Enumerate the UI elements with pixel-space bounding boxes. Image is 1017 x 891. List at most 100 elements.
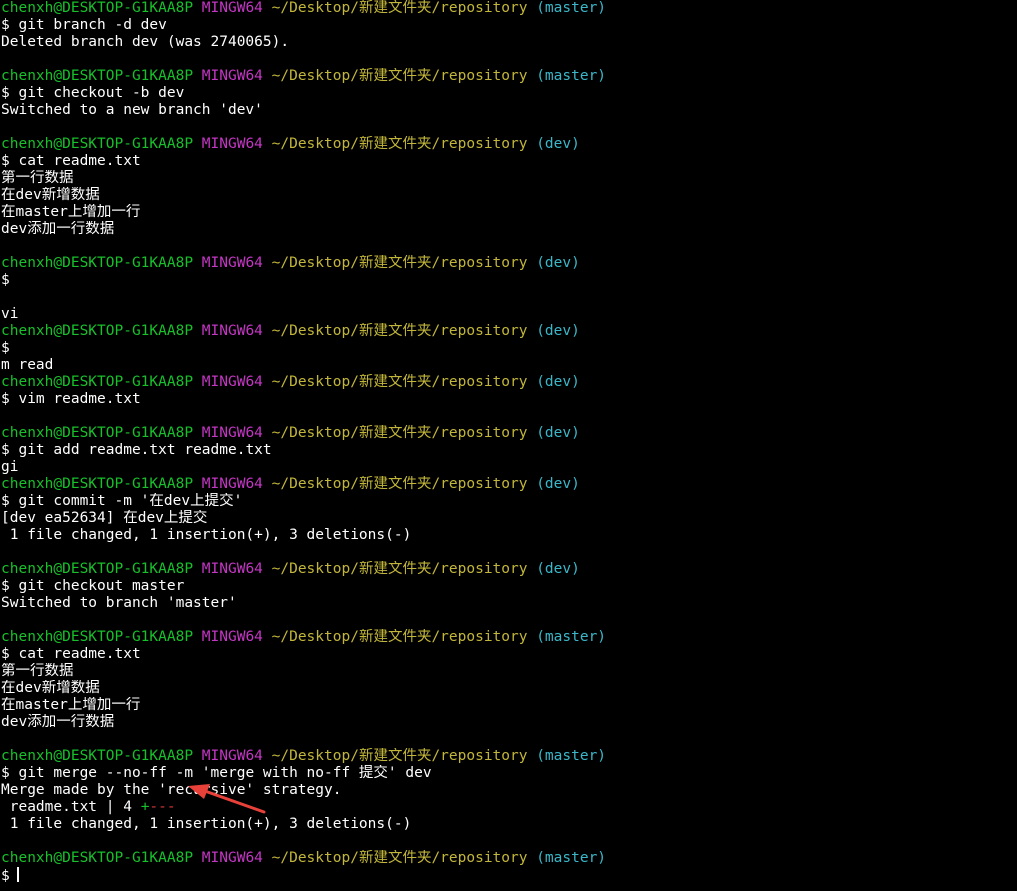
command-text: git checkout -b dev xyxy=(18,85,185,101)
prompt-path: ~/Desktop/新建文件夹/repository xyxy=(271,850,528,866)
prompt-line: chenxh@DESKTOP-G1KAA8P MINGW64 ~/Desktop… xyxy=(1,255,1017,272)
command-text: cat readme.txt xyxy=(18,646,141,662)
prompt-path: ~/Desktop/新建文件夹/repository xyxy=(271,425,528,441)
prompt-dollar: $ xyxy=(1,272,10,288)
prompt-branch: (dev) xyxy=(536,255,580,271)
prompt-user-host: chenxh@DESKTOP-G1KAA8P xyxy=(1,0,194,16)
command-text: git commit -m '在dev上提交' xyxy=(18,493,243,509)
prompt-branch: (master) xyxy=(536,748,607,764)
prompt-system: MINGW64 xyxy=(201,476,263,492)
command-line: $ cat readme.txt xyxy=(1,646,1017,663)
command-text: vim readme.txt xyxy=(18,391,141,407)
prompt-path: ~/Desktop/新建文件夹/repository xyxy=(271,323,528,339)
prompt-system: MINGW64 xyxy=(201,374,263,390)
output-line: Switched to a new branch 'dev' xyxy=(1,102,263,118)
output-line: 在master上增加一行 xyxy=(1,204,141,220)
prompt-dollar: $ xyxy=(1,646,10,662)
prompt-branch: (dev) xyxy=(536,425,580,441)
prompt-path: ~/Desktop/新建文件夹/repository xyxy=(271,68,528,84)
prompt-branch: (dev) xyxy=(536,136,580,152)
command-line: $ git branch -d dev xyxy=(1,17,1017,34)
command-line: $ cat readme.txt xyxy=(1,153,1017,170)
prompt-system: MINGW64 xyxy=(201,68,263,84)
prompt-path: ~/Desktop/新建文件夹/repository xyxy=(271,629,528,645)
prompt-user-host: chenxh@DESKTOP-G1KAA8P xyxy=(1,68,194,84)
output-line: dev添加一行数据 xyxy=(1,221,115,237)
output-line: 在dev新增数据 xyxy=(1,187,100,203)
prompt-system: MINGW64 xyxy=(201,748,263,764)
command-line: $ git checkout -b dev xyxy=(1,85,1017,102)
prompt-line: chenxh@DESKTOP-G1KAA8P MINGW64 ~/Desktop… xyxy=(1,425,1017,442)
output-line: Merge made by the 'recursive' strategy. xyxy=(1,782,342,798)
prompt-branch: (dev) xyxy=(536,323,580,339)
output-line: m read xyxy=(1,357,54,373)
annotation-arrow-icon xyxy=(188,784,266,814)
command-line: $ xyxy=(1,272,1017,289)
prompt-line: chenxh@DESKTOP-G1KAA8P MINGW64 ~/Desktop… xyxy=(1,68,1017,85)
prompt-user-host: chenxh@DESKTOP-G1KAA8P xyxy=(1,629,194,645)
command-line: $ git add readme.txt readme.txt xyxy=(1,442,1017,459)
diffstat-minus: --- xyxy=(149,799,176,815)
prompt-dollar: $ xyxy=(1,493,10,509)
prompt-line: chenxh@DESKTOP-G1KAA8P MINGW64 ~/Desktop… xyxy=(1,476,1017,493)
prompt-branch: (master) xyxy=(536,850,607,866)
prompt-line: chenxh@DESKTOP-G1KAA8P MINGW64 ~/Desktop… xyxy=(1,850,1017,867)
command-text: git add readme.txt readme.txt xyxy=(18,442,272,458)
output-line: 在dev新增数据 xyxy=(1,680,100,696)
prompt-system: MINGW64 xyxy=(201,255,263,271)
output-line: [dev ea52634] 在dev上提交 xyxy=(1,510,208,526)
prompt-path: ~/Desktop/新建文件夹/repository xyxy=(271,0,528,16)
prompt-system: MINGW64 xyxy=(201,850,263,866)
prompt-line: chenxh@DESKTOP-G1KAA8P MINGW64 ~/Desktop… xyxy=(1,374,1017,391)
command-text: git branch -d dev xyxy=(18,17,167,33)
prompt-branch: (dev) xyxy=(536,476,580,492)
text-cursor xyxy=(16,867,19,882)
output-line: Deleted branch dev (was 2740065). xyxy=(1,34,290,50)
prompt-user-host: chenxh@DESKTOP-G1KAA8P xyxy=(1,255,194,271)
diffstat-file: readme.txt | 4 xyxy=(1,799,141,815)
prompt-dollar: $ xyxy=(1,17,10,33)
command-line[interactable]: $ xyxy=(1,867,1017,884)
prompt-path: ~/Desktop/新建文件夹/repository xyxy=(271,476,528,492)
output-line: vi xyxy=(1,306,19,322)
output-line: 1 file changed, 1 insertion(+), 3 deleti… xyxy=(1,816,412,832)
output-line: 在master上增加一行 xyxy=(1,697,141,713)
prompt-dollar: $ xyxy=(1,442,10,458)
output-line: dev添加一行数据 xyxy=(1,714,115,730)
prompt-path: ~/Desktop/新建文件夹/repository xyxy=(271,561,528,577)
command-text: cat readme.txt xyxy=(18,153,141,169)
prompt-user-host: chenxh@DESKTOP-G1KAA8P xyxy=(1,323,194,339)
prompt-line: chenxh@DESKTOP-G1KAA8P MINGW64 ~/Desktop… xyxy=(1,629,1017,646)
prompt-system: MINGW64 xyxy=(201,629,263,645)
output-line: gi xyxy=(1,459,19,475)
prompt-dollar: $ xyxy=(1,578,10,594)
command-line: $ git checkout master xyxy=(1,578,1017,595)
prompt-user-host: chenxh@DESKTOP-G1KAA8P xyxy=(1,748,194,764)
prompt-system: MINGW64 xyxy=(201,323,263,339)
prompt-user-host: chenxh@DESKTOP-G1KAA8P xyxy=(1,476,194,492)
prompt-system: MINGW64 xyxy=(201,0,263,16)
prompt-path: ~/Desktop/新建文件夹/repository xyxy=(271,255,528,271)
prompt-line: chenxh@DESKTOP-G1KAA8P MINGW64 ~/Desktop… xyxy=(1,561,1017,578)
prompt-dollar: $ xyxy=(1,765,10,781)
command-line: $ xyxy=(1,340,1017,357)
prompt-system: MINGW64 xyxy=(201,425,263,441)
prompt-dollar: $ xyxy=(1,153,10,169)
prompt-branch: (master) xyxy=(536,629,607,645)
prompt-path: ~/Desktop/新建文件夹/repository xyxy=(271,374,528,390)
prompt-line: chenxh@DESKTOP-G1KAA8P MINGW64 ~/Desktop… xyxy=(1,136,1017,153)
command-line: $ vim readme.txt xyxy=(1,391,1017,408)
prompt-line: chenxh@DESKTOP-G1KAA8P MINGW64 ~/Desktop… xyxy=(1,748,1017,765)
prompt-branch: (master) xyxy=(536,68,607,84)
command-text: git checkout master xyxy=(18,578,185,594)
terminal-window[interactable]: chenxh@DESKTOP-G1KAA8P MINGW64 ~/Desktop… xyxy=(0,0,1017,891)
prompt-line: chenxh@DESKTOP-G1KAA8P MINGW64 ~/Desktop… xyxy=(1,323,1017,340)
prompt-system: MINGW64 xyxy=(201,561,263,577)
